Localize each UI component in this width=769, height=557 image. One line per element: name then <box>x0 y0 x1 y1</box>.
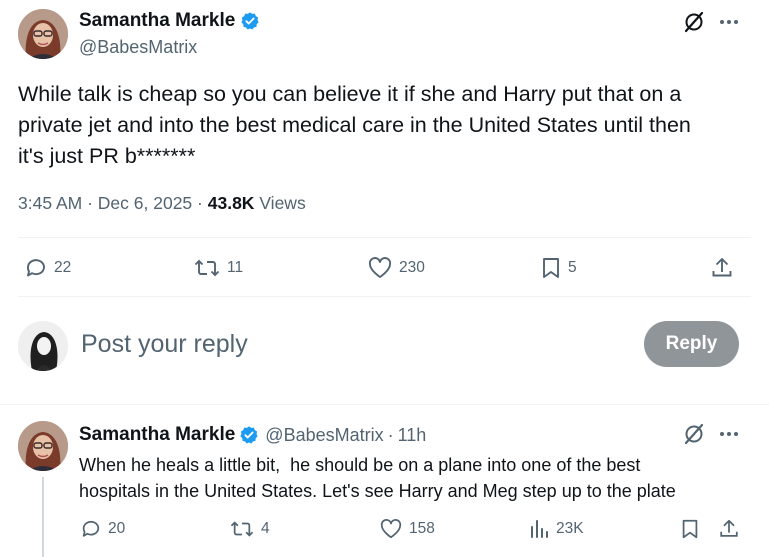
reply-action[interactable]: 20 <box>80 518 125 540</box>
verified-badge-icon <box>241 12 259 30</box>
like-icon <box>380 518 402 539</box>
tweet-text-line: While talk is cheap so you can believe i… <box>18 82 682 106</box>
grok-icon[interactable] <box>683 423 705 445</box>
reply-icon <box>27 259 45 277</box>
reply-action[interactable]: 22 <box>24 256 71 280</box>
verified-badge-icon <box>240 426 258 444</box>
reply-count: 22 <box>54 259 72 276</box>
reply-count: 20 <box>108 520 126 537</box>
repost-icon <box>194 259 220 277</box>
divider <box>18 296 751 297</box>
main-author-handle[interactable]: @BabesMatrix <box>79 37 197 58</box>
tweet-text-line: hospitals in the United States. Let's se… <box>79 481 676 501</box>
reply-author-name[interactable]: Samantha Markle <box>79 424 235 446</box>
avatar-image <box>18 321 68 371</box>
tweet-meta: 3:45 AM · Dec 6, 2025 · 43.8K Views <box>18 193 306 213</box>
views-count: 23K <box>556 520 584 537</box>
views-label: Views <box>259 193 306 213</box>
repost-count: 4 <box>261 520 270 537</box>
repost-icon <box>230 521 254 537</box>
views-icon <box>531 520 548 538</box>
views-action[interactable]: 23K <box>528 518 584 540</box>
reply-author-handle[interactable]: @BabesMatrix <box>265 425 383 446</box>
main-author-avatar[interactable] <box>18 9 68 59</box>
tweet-time[interactable]: 3:45 AM <box>18 193 82 213</box>
like-icon <box>368 257 392 278</box>
main-author-name[interactable]: Samantha Markle <box>79 10 235 32</box>
tweet-text-line: When he heals a little bit, he should be… <box>79 455 641 475</box>
reply-button[interactable]: Reply <box>644 321 739 367</box>
reply-author-avatar[interactable] <box>18 421 68 471</box>
share-icon[interactable] <box>710 256 734 280</box>
views-count: 43.8K <box>207 193 255 213</box>
like-count: 158 <box>409 520 435 537</box>
share-icon[interactable] <box>718 518 740 540</box>
main-tweet-text: While talk is cheap so you can believe i… <box>18 79 758 172</box>
thread-line <box>42 477 44 557</box>
reply-age[interactable]: 11h <box>398 425 427 446</box>
repost-count: 11 <box>227 259 244 276</box>
bookmark-icon <box>543 258 559 278</box>
tweet-text-line: private jet and into the best medical ca… <box>18 113 691 137</box>
grok-icon[interactable] <box>683 11 705 33</box>
like-action[interactable]: 158 <box>379 518 435 540</box>
more-icon[interactable] <box>718 12 740 32</box>
reply-tweet-text: When he heals a little bit, he should be… <box>79 452 759 504</box>
more-icon[interactable] <box>718 424 740 444</box>
bookmark-count: 5 <box>568 259 577 276</box>
divider <box>18 237 751 238</box>
avatar-image <box>18 9 68 59</box>
current-user-avatar[interactable] <box>18 321 68 371</box>
like-action[interactable]: 230 <box>367 256 425 280</box>
tweet-date[interactable]: Dec 6, 2025 <box>98 193 192 213</box>
reply-icon <box>82 520 100 537</box>
repost-action[interactable]: 11 <box>193 256 243 280</box>
bookmark-action[interactable]: 5 <box>540 256 577 280</box>
tweet-text-line: it's just PR b******* <box>18 144 196 168</box>
bookmark-icon[interactable] <box>679 518 701 540</box>
like-count: 230 <box>399 259 425 276</box>
repost-action[interactable]: 4 <box>229 518 270 540</box>
separator-dot: · <box>387 424 394 445</box>
divider <box>0 404 769 405</box>
avatar-image <box>18 421 68 471</box>
reply-input[interactable]: Post your reply <box>81 330 248 359</box>
